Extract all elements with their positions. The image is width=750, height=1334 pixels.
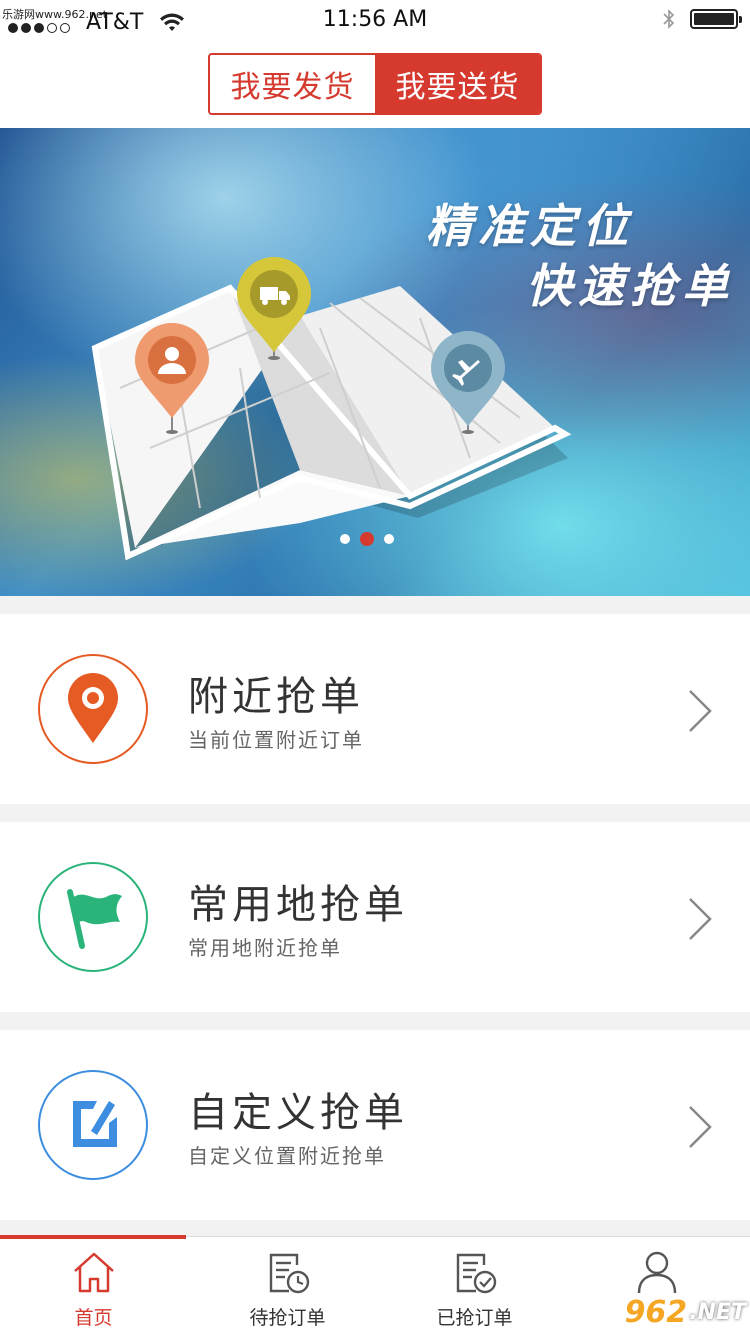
status-time: 11:56 AM	[322, 7, 428, 32]
chevron-right-icon	[689, 1106, 712, 1148]
menu-item-subtitle: 当前位置附近订单	[188, 728, 364, 752]
banner-headline-line1: 精准定位	[426, 199, 634, 253]
status-right	[662, 8, 742, 30]
watermark-logo: 962 .NET	[625, 1295, 746, 1330]
location-pin-icon-ring	[38, 654, 148, 764]
tab-grabbed-orders[interactable]: 已抢订单	[381, 1237, 568, 1334]
promo-banner[interactable]: 精准定位 快速抢单	[0, 128, 750, 596]
menu-item-title: 自定义抢单	[188, 1090, 408, 1136]
map-illustration	[91, 257, 572, 561]
bluetooth-icon	[663, 9, 675, 29]
profile-icon	[637, 1251, 676, 1294]
header: 我要发货 我要送货	[0, 40, 750, 128]
tab-ship-goods[interactable]: 我要发货	[210, 55, 375, 113]
home-icon	[73, 1252, 114, 1293]
menu-item-subtitle: 常用地附近抢单	[188, 936, 342, 960]
mode-segmented-control: 我要发货 我要送货	[208, 53, 542, 115]
carousel-dot[interactable]	[340, 534, 350, 544]
tab-label: 待抢订单	[249, 1307, 326, 1329]
location-pin-icon	[68, 673, 118, 743]
status-bar: 乐游网www.962.net AT&T 11:56 AM	[0, 0, 750, 40]
battery-icon	[690, 9, 742, 29]
tab-home[interactable]: 首页	[0, 1237, 187, 1334]
flag-icon-ring	[38, 862, 148, 972]
menu-item-custom-grab[interactable]: 自定义抢单 自定义位置附近抢单	[0, 1030, 750, 1220]
watermark-logo-number: 962	[624, 1295, 688, 1330]
pending-order-icon	[269, 1253, 309, 1294]
tab-pending-orders[interactable]: 待抢订单	[194, 1237, 381, 1334]
tab-label: 首页	[74, 1307, 113, 1329]
flag-icon	[67, 889, 122, 949]
carousel-indicator	[340, 532, 394, 546]
bottom-tab-bar: 首页 待抢订单 已抢订单 962 .NET	[0, 1235, 750, 1334]
edit-icon-ring	[38, 1070, 148, 1180]
menu-item-subtitle: 自定义位置附近抢单	[188, 1144, 386, 1168]
watermark-logo-domain: .NET	[689, 1300, 746, 1325]
menu-item-nearby-grab[interactable]: 附近抢单 当前位置附近订单	[0, 614, 750, 804]
edit-icon	[73, 1101, 117, 1147]
banner-headline-line2: 快速抢单	[526, 259, 734, 313]
tab-deliver-goods[interactable]: 我要送货	[375, 55, 540, 113]
carousel-dot[interactable]	[384, 534, 394, 544]
chevron-right-icon	[689, 898, 712, 940]
chevron-right-icon	[689, 690, 712, 732]
menu-item-title: 附近抢单	[188, 674, 364, 720]
menu-item-title: 常用地抢单	[188, 882, 408, 928]
grabbed-order-icon	[456, 1253, 496, 1294]
tab-label: 已抢订单	[436, 1307, 513, 1329]
carousel-dot-active[interactable]	[360, 532, 374, 546]
menu-item-frequent-location-grab[interactable]: 常用地抢单 常用地附近抢单	[0, 822, 750, 1012]
app-root: 乐游网www.962.net AT&T 11:56 AM 我要发货 我要送货 精…	[0, 0, 750, 1334]
